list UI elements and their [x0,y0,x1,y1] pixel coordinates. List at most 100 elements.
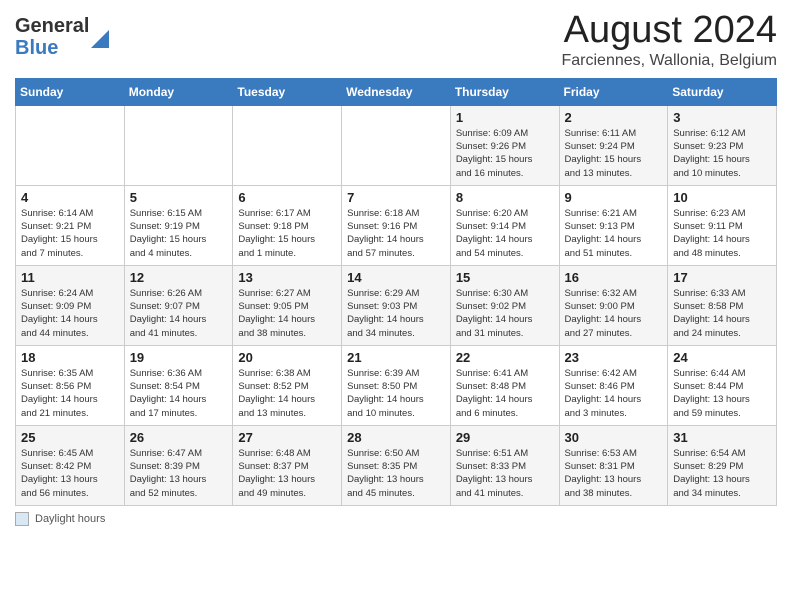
day-info: Sunrise: 6:53 AMSunset: 8:31 PMDaylight:… [565,447,663,500]
day-number: 23 [565,350,663,365]
calendar-cell: 8 Sunrise: 6:20 AMSunset: 9:14 PMDaylight… [450,185,559,265]
day-number: 22 [456,350,554,365]
day-number: 21 [347,350,445,365]
calendar-cell [233,105,342,185]
calendar-cell [124,105,233,185]
day-info: Sunrise: 6:11 AMSunset: 9:24 PMDaylight:… [565,127,663,180]
logo-general: General [15,15,89,37]
calendar-week-row: 4Sunrise: 6:14 AMSunset: 9:21 PMDaylight… [16,185,777,265]
calendar-cell: 22 Sunrise: 6:41 AMSunset: 8:48 PMDayligh… [450,345,559,425]
calendar-cell: 11Sunrise: 6:24 AMSunset: 9:09 PMDayligh… [16,265,125,345]
day-number: 8 [456,190,554,205]
calendar-day-header: Wednesday [342,78,451,105]
logo-blue: Blue [15,37,89,59]
logo: General Blue [15,15,109,59]
day-number: 3 [673,110,771,125]
day-info: Sunrise: 6:47 AMSunset: 8:39 PMDaylight:… [130,447,228,500]
calendar-cell: 3 Sunrise: 6:12 AMSunset: 9:23 PMDaylight… [668,105,777,185]
day-number: 18 [21,350,119,365]
calendar-cell: 2 Sunrise: 6:11 AMSunset: 9:24 PMDaylight… [559,105,668,185]
day-number: 15 [456,270,554,285]
calendar-cell: 16 Sunrise: 6:32 AMSunset: 9:00 PMDayligh… [559,265,668,345]
calendar-cell: 7 Sunrise: 6:18 AMSunset: 9:16 PMDaylight… [342,185,451,265]
day-number: 1 [456,110,554,125]
calendar-header-row: SundayMondayTuesdayWednesdayThursdayFrid… [16,78,777,105]
day-number: 4 [21,190,119,205]
day-info: Sunrise: 6:51 AMSunset: 8:33 PMDaylight:… [456,447,554,500]
day-number: 19 [130,350,228,365]
day-info: Sunrise: 6:41 AMSunset: 8:48 PMDaylight:… [456,367,554,420]
calendar-day-header: Friday [559,78,668,105]
day-info: Sunrise: 6:20 AMSunset: 9:14 PMDaylight:… [456,207,554,260]
day-number: 20 [238,350,336,365]
calendar-cell: 4Sunrise: 6:14 AMSunset: 9:21 PMDaylight… [16,185,125,265]
calendar-cell: 24 Sunrise: 6:44 AMSunset: 8:44 PMDayligh… [668,345,777,425]
day-number: 29 [456,430,554,445]
calendar-cell: 18Sunrise: 6:35 AMSunset: 8:56 PMDayligh… [16,345,125,425]
day-number: 24 [673,350,771,365]
calendar-cell: 25Sunrise: 6:45 AMSunset: 8:42 PMDayligh… [16,425,125,505]
day-number: 25 [21,430,119,445]
day-number: 30 [565,430,663,445]
calendar-table: SundayMondayTuesdayWednesdayThursdayFrid… [15,78,777,506]
calendar-cell [16,105,125,185]
daylight-label: Daylight hours [35,513,105,525]
day-number: 17 [673,270,771,285]
calendar-cell: 1 Sunrise: 6:09 AMSunset: 9:26 PMDaylight… [450,105,559,185]
calendar-week-row: 11Sunrise: 6:24 AMSunset: 9:09 PMDayligh… [16,265,777,345]
day-number: 16 [565,270,663,285]
calendar-cell: 20 Sunrise: 6:38 AMSunset: 8:52 PMDayligh… [233,345,342,425]
day-info: Sunrise: 6:44 AMSunset: 8:44 PMDaylight:… [673,367,771,420]
calendar-cell: 12Sunrise: 6:26 AMSunset: 9:07 PMDayligh… [124,265,233,345]
day-number: 14 [347,270,445,285]
calendar-cell: 26 Sunrise: 6:47 AMSunset: 8:39 PMDayligh… [124,425,233,505]
calendar-cell: 31 Sunrise: 6:54 AMSunset: 8:29 PMDayligh… [668,425,777,505]
day-info: Sunrise: 6:39 AMSunset: 8:50 PMDaylight:… [347,367,445,420]
title-block: August 2024 Farciennes, Wallonia, Belgiu… [562,10,778,70]
calendar-week-row: 1 Sunrise: 6:09 AMSunset: 9:26 PMDaylight… [16,105,777,185]
day-info: Sunrise: 6:48 AMSunset: 8:37 PMDaylight:… [238,447,336,500]
day-info: Sunrise: 6:38 AMSunset: 8:52 PMDaylight:… [238,367,336,420]
calendar-cell: 30 Sunrise: 6:53 AMSunset: 8:31 PMDayligh… [559,425,668,505]
calendar-cell: 23Sunrise: 6:42 AMSunset: 8:46 PMDayligh… [559,345,668,425]
calendar-cell: 19 Sunrise: 6:36 AMSunset: 8:54 PMDayligh… [124,345,233,425]
day-info: Sunrise: 6:36 AMSunset: 8:54 PMDaylight:… [130,367,228,420]
day-info: Sunrise: 6:15 AMSunset: 9:19 PMDaylight:… [130,207,228,260]
day-number: 31 [673,430,771,445]
day-info: Sunrise: 6:21 AMSunset: 9:13 PMDaylight:… [565,207,663,260]
logo-triangle-icon [91,26,109,48]
day-info: Sunrise: 6:29 AMSunset: 9:03 PMDaylight:… [347,287,445,340]
day-info: Sunrise: 6:30 AMSunset: 9:02 PMDaylight:… [456,287,554,340]
day-info: Sunrise: 6:33 AMSunset: 8:58 PMDaylight:… [673,287,771,340]
day-number: 10 [673,190,771,205]
calendar-day-header: Saturday [668,78,777,105]
calendar-cell: 28Sunrise: 6:50 AMSunset: 8:35 PMDayligh… [342,425,451,505]
calendar-cell: 21 Sunrise: 6:39 AMSunset: 8:50 PMDayligh… [342,345,451,425]
day-number: 7 [347,190,445,205]
month-year-title: August 2024 [562,10,778,52]
day-number: 2 [565,110,663,125]
daylight-legend-box [15,512,29,526]
day-info: Sunrise: 6:18 AMSunset: 9:16 PMDaylight:… [347,207,445,260]
calendar-day-header: Thursday [450,78,559,105]
calendar-week-row: 25Sunrise: 6:45 AMSunset: 8:42 PMDayligh… [16,425,777,505]
day-info: Sunrise: 6:32 AMSunset: 9:00 PMDaylight:… [565,287,663,340]
day-info: Sunrise: 6:12 AMSunset: 9:23 PMDaylight:… [673,127,771,180]
calendar-day-header: Tuesday [233,78,342,105]
day-number: 28 [347,430,445,445]
calendar-cell: 10Sunrise: 6:23 AMSunset: 9:11 PMDayligh… [668,185,777,265]
day-info: Sunrise: 6:09 AMSunset: 9:26 PMDaylight:… [456,127,554,180]
day-info: Sunrise: 6:24 AMSunset: 9:09 PMDaylight:… [21,287,119,340]
day-info: Sunrise: 6:54 AMSunset: 8:29 PMDaylight:… [673,447,771,500]
calendar-cell: 5 Sunrise: 6:15 AMSunset: 9:19 PMDaylight… [124,185,233,265]
footer: Daylight hours [15,512,777,526]
calendar-cell: 14 Sunrise: 6:29 AMSunset: 9:03 PMDayligh… [342,265,451,345]
calendar-cell: 27Sunrise: 6:48 AMSunset: 8:37 PMDayligh… [233,425,342,505]
day-number: 5 [130,190,228,205]
calendar-cell: 17 Sunrise: 6:33 AMSunset: 8:58 PMDayligh… [668,265,777,345]
day-number: 6 [238,190,336,205]
day-info: Sunrise: 6:27 AMSunset: 9:05 PMDaylight:… [238,287,336,340]
day-number: 26 [130,430,228,445]
calendar-day-header: Sunday [16,78,125,105]
calendar-day-header: Monday [124,78,233,105]
